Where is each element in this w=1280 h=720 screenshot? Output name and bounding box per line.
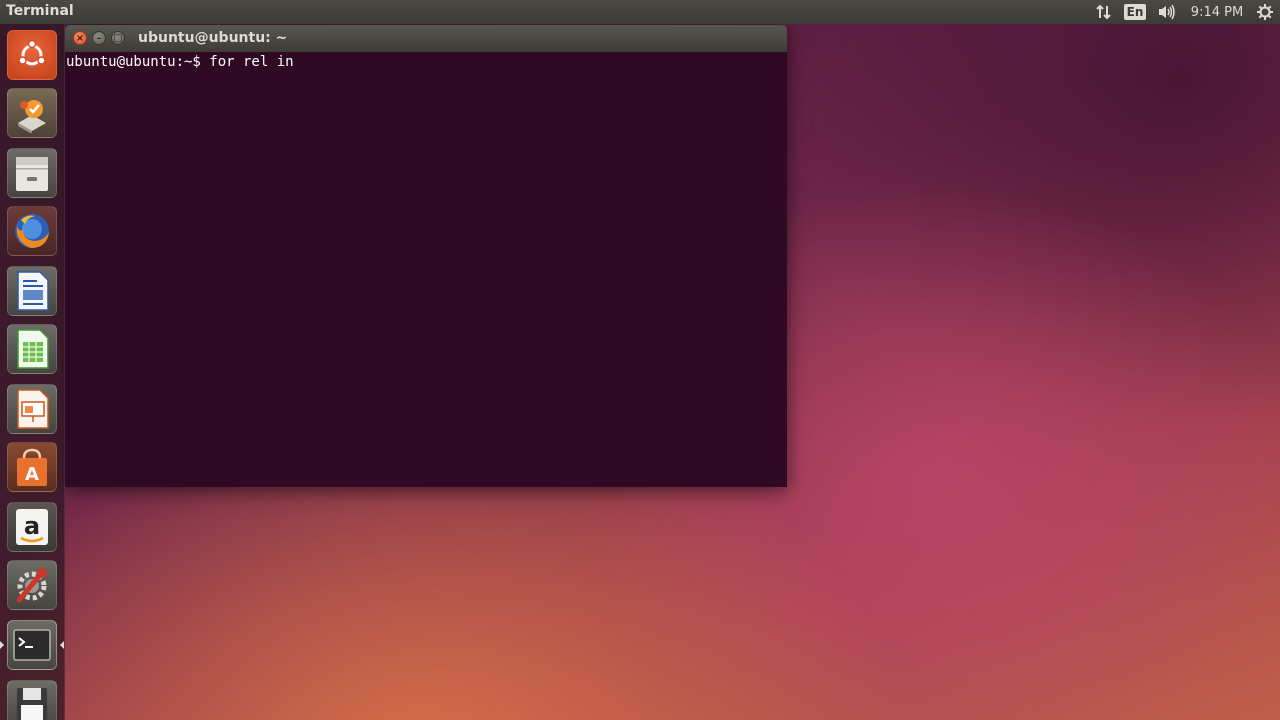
minimize-icon: – — [96, 33, 102, 44]
launcher: A a — [0, 24, 65, 720]
terminal-window[interactable]: × – □ ubuntu@ubuntu: ~ ubuntu@ubuntu:~$ … — [65, 25, 787, 487]
terminal-icon — [13, 629, 51, 661]
software-updater-icon — [18, 100, 46, 133]
window-title: ubuntu@ubuntu: ~ — [138, 30, 288, 46]
maximize-icon: □ — [113, 33, 123, 44]
top-panel: Terminal En 9:14 PM — [0, 0, 1280, 24]
keyboard-layout-label: En — [1123, 4, 1147, 20]
close-button[interactable]: × — [73, 31, 87, 45]
keyboard-layout-indicator[interactable]: En — [1120, 0, 1150, 24]
network-updown-icon[interactable] — [1088, 0, 1120, 24]
amazon-icon: a — [16, 509, 48, 545]
indicator-tray: En 9:14 PM — [1088, 0, 1280, 24]
focused-indicator — [60, 641, 64, 649]
minimize-button[interactable]: – — [92, 31, 106, 45]
calc-spreadsheet-icon — [17, 329, 49, 369]
writer-document-icon — [17, 271, 49, 311]
launcher-item-software-updater[interactable] — [7, 88, 57, 138]
terminal-command-line: ubuntu@ubuntu:~$ for rel in — [66, 54, 294, 70]
clock[interactable]: 9:14 PM — [1184, 0, 1250, 24]
launcher-item-amazon[interactable]: a — [7, 502, 57, 552]
launcher-item-save-device[interactable] — [7, 680, 57, 720]
launcher-item-libreoffice-writer[interactable] — [7, 266, 57, 316]
floppy-disk-icon — [17, 688, 47, 720]
gear-icon[interactable] — [1250, 0, 1280, 24]
shopping-bag-icon: A — [17, 448, 47, 486]
ubuntu-logo-icon — [18, 39, 46, 66]
window-titlebar[interactable]: × – □ ubuntu@ubuntu: ~ — [65, 25, 787, 52]
file-cabinet-icon — [16, 157, 48, 191]
running-indicator — [0, 641, 4, 649]
svg-text:a: a — [24, 512, 40, 540]
active-app-title: Terminal — [6, 3, 74, 19]
close-icon: × — [75, 33, 85, 44]
launcher-item-libreoffice-impress[interactable] — [7, 384, 57, 434]
launcher-item-system-settings[interactable] — [7, 560, 57, 610]
impress-presentation-icon — [17, 389, 49, 429]
volume-icon[interactable] — [1150, 0, 1184, 24]
launcher-item-files[interactable] — [7, 148, 57, 198]
launcher-item-libreoffice-calc[interactable] — [7, 324, 57, 374]
launcher-item-ubuntu-software-center[interactable]: A — [7, 442, 57, 492]
maximize-button[interactable]: □ — [111, 31, 125, 45]
launcher-item-terminal[interactable] — [7, 620, 57, 670]
firefox-icon — [15, 214, 49, 248]
svg-text:A: A — [25, 464, 39, 485]
terminal-output[interactable]: ubuntu@ubuntu:~$ for rel in — [65, 52, 787, 487]
launcher-item-dash-home[interactable] — [7, 30, 57, 80]
launcher-item-firefox[interactable] — [7, 206, 57, 256]
wrench-gear-icon — [16, 568, 47, 603]
